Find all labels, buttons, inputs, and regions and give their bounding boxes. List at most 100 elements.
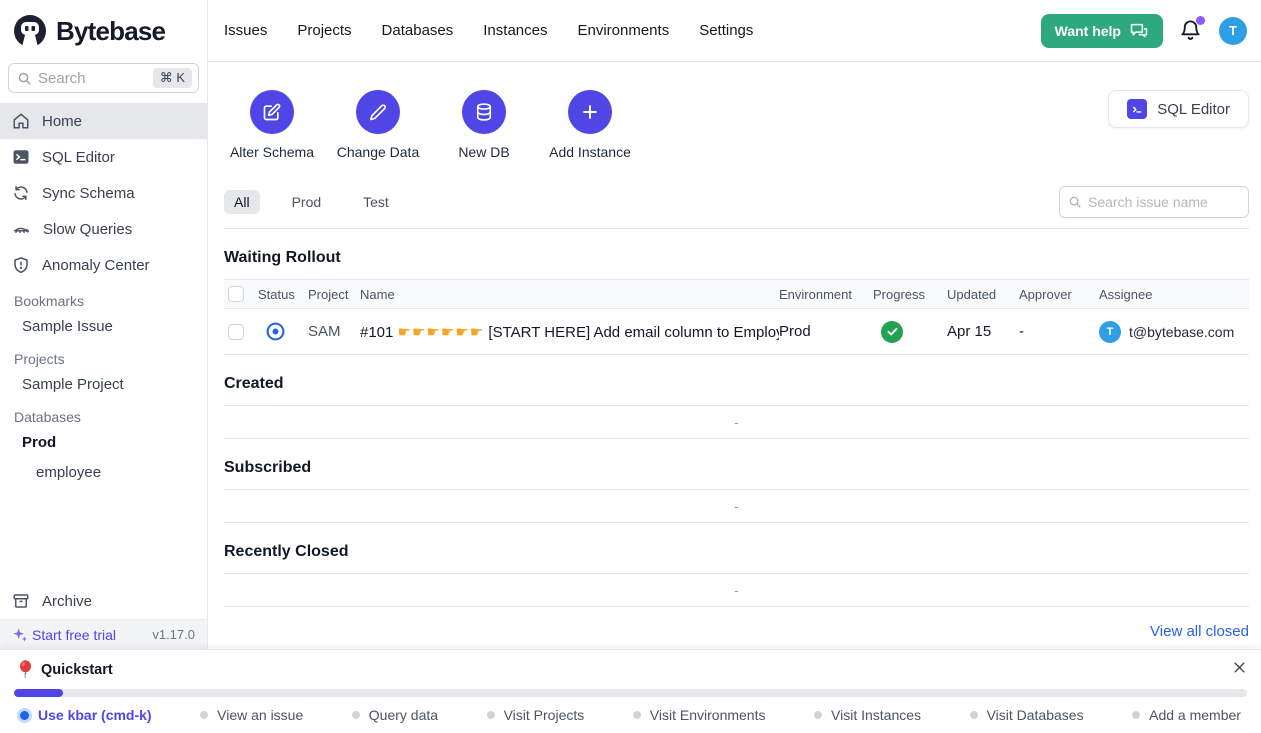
quickstart-step-visit-environments[interactable]: Visit Environments xyxy=(633,707,766,723)
sidebar-item-slow-queries[interactable]: Slow Queries xyxy=(0,211,207,247)
col-name: Name xyxy=(360,287,779,302)
quickstart-step-visit-databases[interactable]: Visit Databases xyxy=(970,707,1084,723)
sql-editor-icon xyxy=(1127,99,1147,119)
quickstart-progress-track xyxy=(14,689,1247,697)
quick-action-label: New DB xyxy=(458,144,509,160)
assignee-avatar: T xyxy=(1099,321,1121,343)
notifications-bell[interactable] xyxy=(1179,19,1203,43)
trial-label: Start free trial xyxy=(32,627,116,643)
topbar: Issues Projects Databases Instances Envi… xyxy=(208,0,1261,62)
version-label: v1.17.0 xyxy=(152,627,195,642)
issue-approver: - xyxy=(1019,323,1099,340)
quickstart-step-query-data[interactable]: Query data xyxy=(352,707,438,723)
issue-assignee: T t@bytebase.com xyxy=(1099,321,1249,343)
section-title-recently-closed: Recently Closed xyxy=(224,543,1249,561)
nav-environments[interactable]: Environments xyxy=(577,22,669,39)
subscribed-empty-row: - xyxy=(224,489,1249,523)
quickstart-step-view-issue[interactable]: View an issue xyxy=(200,707,303,723)
nav-instances[interactable]: Instances xyxy=(483,22,547,39)
add-instance-button[interactable]: Add Instance xyxy=(542,90,638,160)
quick-action-label: Alter Schema xyxy=(230,144,314,160)
sidebar-search-input[interactable]: Search ⌘ K xyxy=(8,63,199,93)
sidebar-item-sample-issue[interactable]: Sample Issue xyxy=(0,311,207,341)
alter-schema-button[interactable]: Alter Schema xyxy=(224,90,320,160)
step-label: View an issue xyxy=(217,707,303,723)
bytebase-logo-icon xyxy=(12,13,48,49)
issue-row[interactable]: SAM #101 ☛☛☛☛☛☛ [START HERE] Add email c… xyxy=(224,309,1249,355)
sidebar-item-sql-editor[interactable]: SQL Editor xyxy=(0,139,207,175)
sidebar-item-label: Home xyxy=(42,113,82,130)
pencil-icon xyxy=(356,90,400,134)
tab-prod[interactable]: Prod xyxy=(282,190,332,214)
logo[interactable]: Bytebase xyxy=(0,0,207,57)
issue-updated: Apr 15 xyxy=(947,323,1019,340)
bytebase-app: Bytebase Search ⌘ K Home SQL Editor xyxy=(0,0,1261,733)
step-dot-icon xyxy=(1132,711,1140,719)
nav-settings[interactable]: Settings xyxy=(699,22,753,39)
sidebar-section-bookmarks: Bookmarks xyxy=(0,283,207,311)
step-dot-icon xyxy=(814,711,822,719)
archive-icon xyxy=(12,592,30,610)
user-avatar[interactable]: T xyxy=(1219,17,1247,45)
sql-editor-button[interactable]: SQL Editor xyxy=(1108,90,1249,128)
quick-action-label: Change Data xyxy=(337,144,420,160)
want-help-button[interactable]: Want help xyxy=(1041,14,1163,48)
step-dot-icon xyxy=(352,711,360,719)
row-checkbox[interactable] xyxy=(228,324,244,340)
section-title-created: Created xyxy=(224,375,1249,393)
quick-action-label: Add Instance xyxy=(549,144,631,160)
database-icon xyxy=(462,90,506,134)
sidebar-item-prod[interactable]: Prod xyxy=(0,427,207,457)
step-label: Query data xyxy=(369,707,438,723)
start-free-trial-link[interactable]: Start free trial xyxy=(12,627,116,643)
issue-filter-row: All Prod Test Search issue name xyxy=(224,186,1249,229)
section-title-waiting-rollout: Waiting Rollout xyxy=(224,249,1249,267)
col-approver: Approver xyxy=(1019,287,1099,302)
close-icon[interactable] xyxy=(1232,660,1247,675)
sync-icon xyxy=(12,184,30,202)
tab-test[interactable]: Test xyxy=(353,190,399,214)
issue-search-input[interactable]: Search issue name xyxy=(1059,186,1249,218)
issue-table-header: Status Project Name Environment Progress… xyxy=(224,279,1249,309)
col-status: Status xyxy=(258,287,308,302)
search-icon xyxy=(1068,195,1082,209)
select-all-checkbox[interactable] xyxy=(228,286,244,302)
terminal-icon xyxy=(12,148,30,166)
change-data-button[interactable]: Change Data xyxy=(330,90,426,160)
home-main: Alter Schema Change Data N xyxy=(208,62,1261,649)
tab-all[interactable]: All xyxy=(224,190,260,214)
sidebar-spacer xyxy=(0,487,207,583)
issue-name[interactable]: #101 ☛☛☛☛☛☛ [START HERE] Add email colum… xyxy=(360,323,779,341)
quickstart-step-visit-instances[interactable]: Visit Instances xyxy=(814,707,921,723)
sidebar-item-archive[interactable]: Archive xyxy=(0,583,207,619)
assignee-email: t@bytebase.com xyxy=(1129,324,1234,340)
new-db-button[interactable]: New DB xyxy=(436,90,532,160)
quickstart-step-visit-projects[interactable]: Visit Projects xyxy=(487,707,585,723)
sidebar-item-home[interactable]: Home xyxy=(0,103,207,139)
issue-project: SAM xyxy=(308,323,360,340)
notification-badge xyxy=(1196,16,1205,25)
sidebar-item-sync-schema[interactable]: Sync Schema xyxy=(0,175,207,211)
sidebar-item-label: SQL Editor xyxy=(42,149,115,166)
sidebar: Bytebase Search ⌘ K Home SQL Editor xyxy=(0,0,208,649)
progress-done-icon xyxy=(873,321,947,343)
nav-issues[interactable]: Issues xyxy=(224,22,267,39)
col-progress: Progress xyxy=(873,287,947,302)
quickstart-step-add-member[interactable]: Add a member xyxy=(1132,707,1241,723)
quickstart-progress-fill xyxy=(14,689,63,697)
nav-databases[interactable]: Databases xyxy=(382,22,454,39)
sidebar-section-projects: Projects xyxy=(0,341,207,369)
quickstart-step-kbar[interactable]: Use kbar (cmd-k) xyxy=(20,707,152,723)
view-all-closed-link[interactable]: View all closed xyxy=(1150,623,1249,640)
sidebar-item-sample-project[interactable]: Sample Project xyxy=(0,369,207,399)
sidebar-item-anomaly-center[interactable]: Anomaly Center xyxy=(0,247,207,283)
chat-bubbles-icon xyxy=(1129,22,1149,39)
plus-icon xyxy=(568,90,612,134)
sidebar-item-label: Anomaly Center xyxy=(42,257,150,274)
sidebar-item-label: Sync Schema xyxy=(42,185,135,202)
search-shortcut-badge: ⌘ K xyxy=(153,68,192,88)
home-icon xyxy=(12,112,30,130)
nav-projects[interactable]: Projects xyxy=(297,22,351,39)
quickstart-bar: Quickstart Use kbar (cmd-k) View an issu… xyxy=(0,649,1261,733)
sidebar-item-employee[interactable]: employee xyxy=(0,457,207,487)
